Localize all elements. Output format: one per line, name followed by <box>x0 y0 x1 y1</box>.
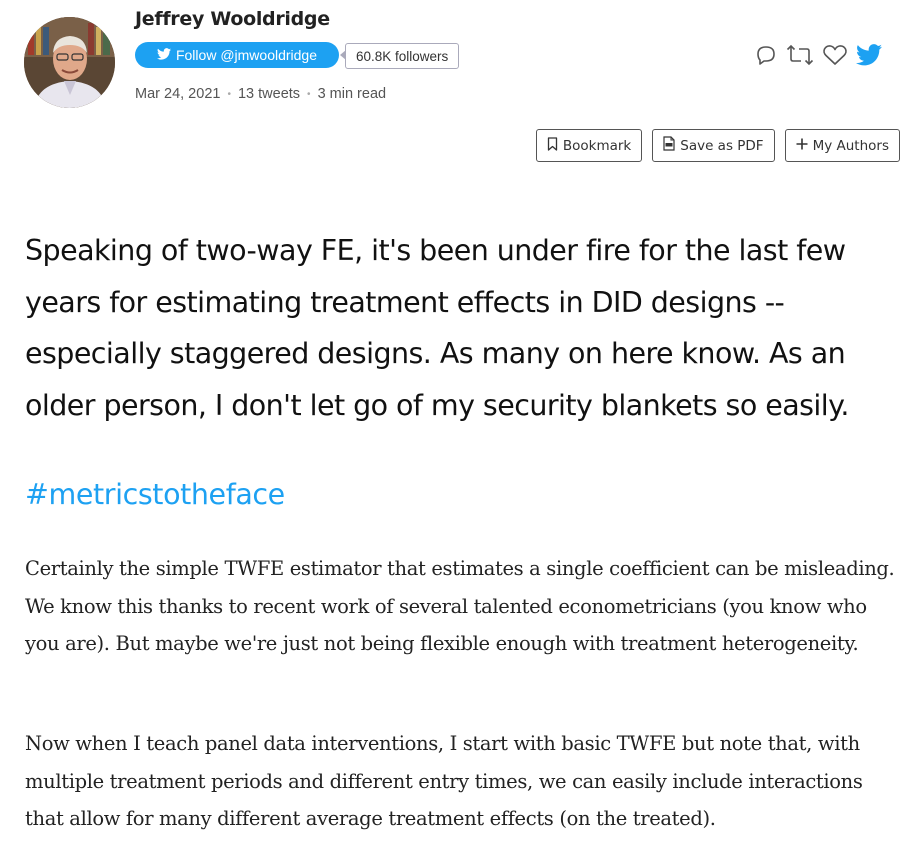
plus-icon <box>796 138 808 154</box>
like-icon[interactable] <box>822 43 848 67</box>
avatar[interactable] <box>24 17 115 108</box>
save-pdf-label: Save as PDF <box>680 137 764 154</box>
tweet-paragraph: Certainly the simple TWFE estimator that… <box>25 557 895 656</box>
hashtag-link[interactable]: #metricstotheface <box>25 478 285 511</box>
tweet-actions <box>754 43 882 67</box>
separator-dot: • <box>307 88 311 100</box>
tweet-count: 13 tweets <box>237 86 301 102</box>
tweet-intro: Speaking of two-way FE, it's been under … <box>25 234 849 422</box>
bookmark-label: Bookmark <box>562 137 632 154</box>
my-authors-button[interactable]: My Authors <box>784 129 900 162</box>
followers-count: 60.8K followers <box>339 43 460 69</box>
thread-header: Jeffrey Wooldridge Follow @jmwooldridge … <box>24 8 900 118</box>
bookmark-icon <box>547 136 558 155</box>
thread-meta: Mar 24, 2021 • 13 tweets • 3 min read <box>135 86 386 102</box>
thread-toolbar: Bookmark Save as PDF My Authors <box>535 129 900 162</box>
tweet-paragraph: Now when I teach panel data intervention… <box>25 732 863 831</box>
bookmark-button[interactable]: Bookmark <box>535 129 643 162</box>
follow-label: Follow @jmwooldridge <box>175 47 318 63</box>
twitter-bird-icon[interactable] <box>856 44 882 66</box>
retweet-icon[interactable] <box>786 43 814 67</box>
author-name[interactable]: Jeffrey Wooldridge <box>135 8 330 30</box>
save-pdf-button[interactable]: Save as PDF <box>652 129 775 162</box>
pdf-icon <box>663 136 675 155</box>
follow-button[interactable]: Follow @jmwooldridge <box>135 42 339 68</box>
reply-icon[interactable] <box>754 43 778 67</box>
post-date: Mar 24, 2021 <box>135 86 221 102</box>
my-authors-label: My Authors <box>812 137 889 154</box>
separator-dot: • <box>227 88 231 100</box>
read-time: 3 min read <box>317 86 387 102</box>
twitter-bird-icon <box>156 47 171 63</box>
